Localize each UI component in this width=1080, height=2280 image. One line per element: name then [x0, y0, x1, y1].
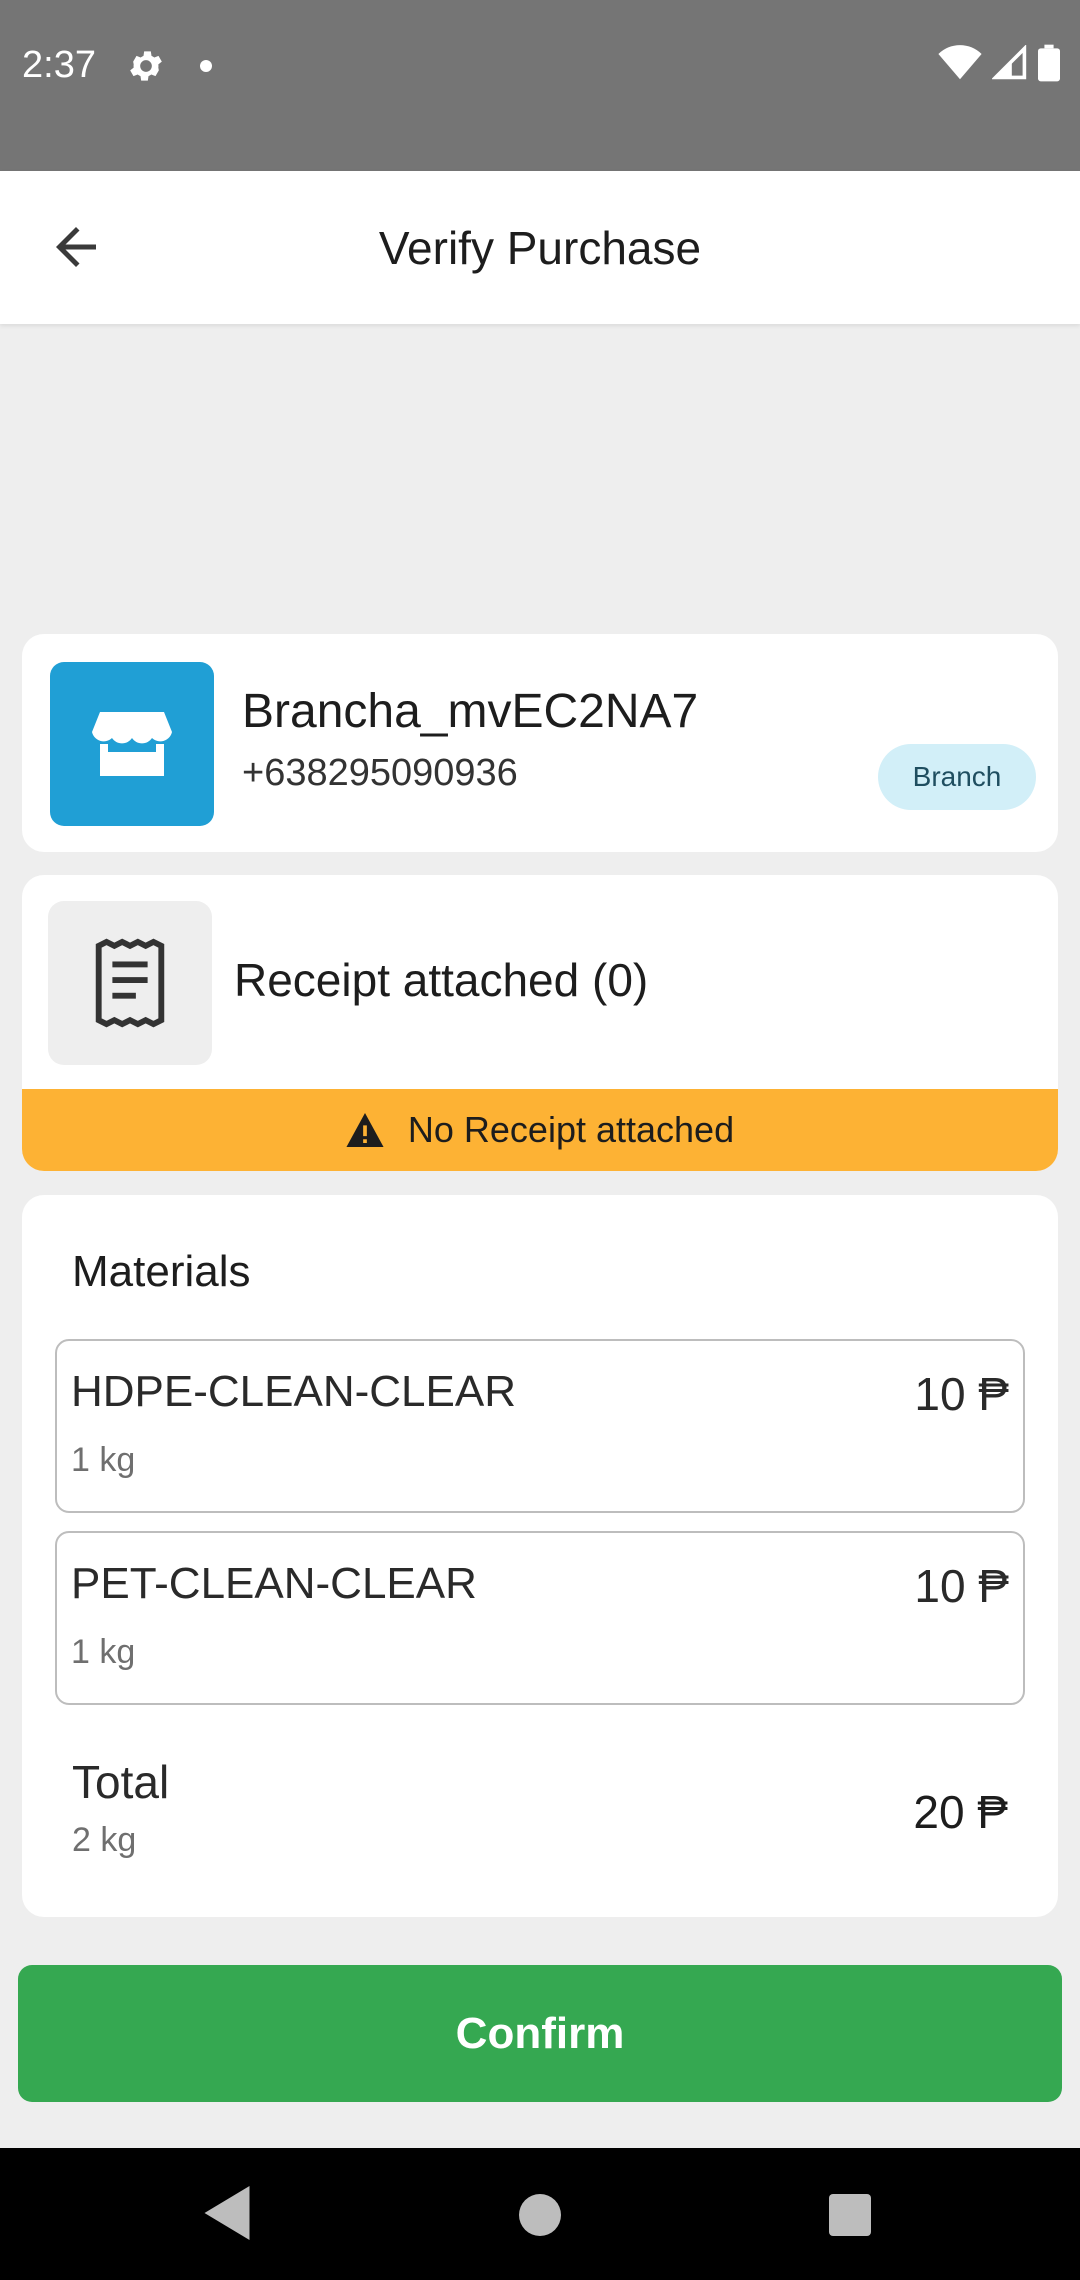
store-icon	[50, 662, 214, 826]
gear-icon	[126, 46, 166, 86]
wifi-icon	[938, 45, 982, 86]
battery-icon	[1038, 44, 1060, 87]
page-title: Verify Purchase	[378, 222, 702, 274]
branch-badge: Branch	[878, 744, 1036, 810]
material-price: 10 ₱	[914, 1560, 1009, 1612]
total-price: 20 ₱	[913, 1786, 1008, 1838]
nav-back-icon[interactable]	[204, 2186, 250, 2245]
receipt-card[interactable]: Receipt attached (0) No Receipt attached	[22, 875, 1058, 1171]
material-qty: 1 kg	[71, 1441, 136, 1479]
material-item[interactable]: PET-CLEAN-CLEAR 1 kg 10 ₱	[55, 1531, 1025, 1705]
nav-recents-icon[interactable]	[829, 2194, 871, 2236]
nav-home-icon[interactable]	[519, 2194, 561, 2236]
status-time: 2:37	[22, 44, 96, 86]
total-label: Total	[72, 1756, 170, 1808]
warning-icon	[346, 1113, 384, 1147]
total-qty: 2 kg	[72, 1821, 137, 1859]
branch-phone: +638295090936	[242, 752, 518, 794]
navigation-bar	[0, 2148, 1080, 2280]
branch-name: Brancha_mvEC2NA7	[242, 685, 699, 738]
confirm-button[interactable]: Confirm	[18, 1965, 1062, 2102]
status-bar: 2:37	[0, 0, 1080, 171]
materials-title: Materials	[72, 1247, 251, 1296]
receipt-icon	[48, 901, 212, 1065]
receipt-warning-banner: No Receipt attached	[22, 1089, 1058, 1171]
material-name: PET-CLEAN-CLEAR	[71, 1559, 477, 1608]
receipt-warning-text: No Receipt attached	[407, 1109, 735, 1150]
material-qty: 1 kg	[71, 1633, 136, 1671]
status-icons	[938, 44, 1060, 87]
material-item[interactable]: HDPE-CLEAN-CLEAR 1 kg 10 ₱	[55, 1339, 1025, 1513]
materials-card: Materials HDPE-CLEAN-CLEAR 1 kg 10 ₱ PET…	[22, 1195, 1058, 1917]
material-price: 10 ₱	[914, 1368, 1009, 1420]
branch-card: Brancha_mvEC2NA7 +638295090936 Branch	[22, 634, 1058, 852]
app-bar: Verify Purchase	[0, 171, 1080, 324]
material-name: HDPE-CLEAN-CLEAR	[71, 1367, 516, 1416]
signal-icon	[991, 44, 1028, 86]
dot-icon	[200, 60, 212, 72]
receipt-label: Receipt attached (0)	[234, 954, 649, 1006]
